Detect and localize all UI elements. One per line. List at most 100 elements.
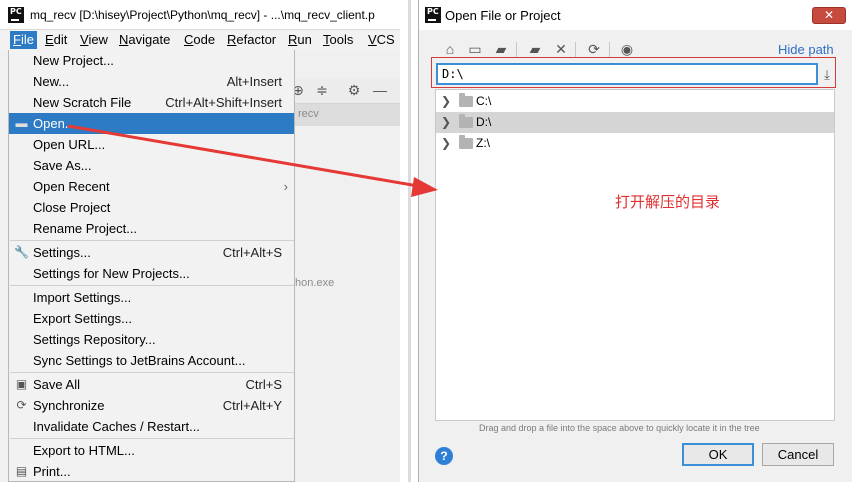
download-icon[interactable]: ⤓ xyxy=(820,67,834,83)
ide-window: PC mq_recv [D:\hisey\Project\Python\mq_r… xyxy=(0,0,400,482)
menu-item-new-scratch-file[interactable]: New Scratch File Ctrl+Alt+Shift+Insert xyxy=(9,92,294,113)
chevron-right-icon[interactable]: ❯ xyxy=(441,135,451,151)
menu-item-label: Export to HTML... xyxy=(33,443,135,458)
menu-item-label: Save All xyxy=(33,377,80,392)
annotation-text: 打开解压的目录 xyxy=(615,194,721,211)
tree-row-z-drive[interactable]: ❯ Z:\ xyxy=(436,133,834,154)
menu-item-open-recent[interactable]: Open Recent › xyxy=(9,176,294,197)
menu-separator xyxy=(10,372,294,373)
menu-item-shortcut: Ctrl+Alt+Shift+Insert xyxy=(165,95,282,110)
menu-item-synchronize[interactable]: ⟳ Synchronize Ctrl+Alt+Y xyxy=(9,395,294,416)
menu-view[interactable]: View xyxy=(77,31,111,49)
menu-item-shortcut: Ctrl+S xyxy=(245,377,282,392)
menu-item-label: Import Settings... xyxy=(33,290,132,305)
gear-icon[interactable]: ⚙ xyxy=(346,82,362,98)
toolbar-separator xyxy=(609,42,610,58)
window-divider xyxy=(408,0,411,482)
new-folder-icon[interactable]: ▰ xyxy=(526,40,544,58)
file-tree: ❯ C:\ ❯ D:\ ❯ Z:\ xyxy=(435,89,835,421)
menu-item-import-settings[interactable]: Import Settings... xyxy=(9,287,294,308)
menu-item-rename-project[interactable]: Rename Project... xyxy=(9,218,294,239)
menu-item-open[interactable]: ▬ Open... xyxy=(9,113,294,134)
menu-item-label: New Scratch File xyxy=(33,95,132,110)
menu-item-label: Close Project xyxy=(33,200,111,215)
menu-item-new[interactable]: New... Alt+Insert xyxy=(9,71,294,92)
menu-tools[interactable]: Tools xyxy=(320,31,356,49)
toolbar-separator xyxy=(516,42,517,58)
menu-refactor[interactable]: Refactor xyxy=(224,31,279,49)
collapse-icon[interactable]: ≑ xyxy=(314,82,330,98)
refresh-icon: ⟳ xyxy=(16,398,27,412)
tree-row-label: Z:\ xyxy=(476,136,490,150)
show-hidden-icon[interactable]: ◉ xyxy=(618,40,636,58)
menu-item-print[interactable]: ▤ Print... xyxy=(9,461,294,482)
menu-item-sync-settings[interactable]: Sync Settings to JetBrains Account... xyxy=(9,350,294,371)
toolbar-separator xyxy=(575,42,576,58)
tree-row-c-drive[interactable]: ❯ C:\ xyxy=(436,91,834,112)
ide-window-title: mq_recv [D:\hisey\Project\Python\mq_recv… xyxy=(30,8,375,22)
menu-code[interactable]: Code xyxy=(181,31,218,49)
refresh-icon[interactable]: ⟳ xyxy=(585,40,603,58)
menu-item-close-project[interactable]: Close Project xyxy=(9,197,294,218)
chevron-right-icon[interactable]: ❯ xyxy=(441,114,451,130)
folder-icon xyxy=(459,135,473,149)
menu-item-invalidate-caches[interactable]: Invalidate Caches / Restart... xyxy=(9,416,294,437)
menu-item-settings-new-projects[interactable]: Settings for New Projects... xyxy=(9,263,294,284)
file-menu-dropdown: New Project... New... Alt+Insert New Scr… xyxy=(8,50,295,482)
menu-vcs[interactable]: VCS xyxy=(365,31,398,49)
menu-item-label: Settings for New Projects... xyxy=(33,266,190,281)
path-input[interactable]: D:\ xyxy=(436,63,818,85)
home-icon[interactable]: ⌂ xyxy=(441,40,459,58)
menu-item-label: Settings Repository... xyxy=(33,332,156,347)
menu-item-shortcut: Alt+Insert xyxy=(226,74,282,89)
dialog-title: Open File or Project xyxy=(445,8,561,23)
delete-icon[interactable]: ✕ xyxy=(552,40,570,58)
minimize-icon[interactable]: — xyxy=(372,82,388,98)
chevron-right-icon[interactable]: ❯ xyxy=(441,93,451,109)
menu-item-export-settings[interactable]: Export Settings... xyxy=(9,308,294,329)
ok-button[interactable]: OK xyxy=(682,443,754,466)
menu-run[interactable]: Run xyxy=(285,31,315,49)
project-folder-icon[interactable]: ▰ xyxy=(492,40,510,58)
wrench-icon: 🔧 xyxy=(14,245,29,259)
folder-icon xyxy=(459,114,473,128)
menu-item-export-html[interactable]: Export to HTML... xyxy=(9,440,294,461)
menu-item-label: New... xyxy=(33,74,70,89)
menu-file[interactable]: File xyxy=(10,31,37,49)
help-button[interactable]: ? xyxy=(435,447,453,465)
menu-item-label: Settings... xyxy=(33,245,91,260)
menu-item-settings[interactable]: 🔧 Settings... Ctrl+Alt+S xyxy=(9,242,294,263)
menu-item-new-project[interactable]: New Project... xyxy=(9,50,294,71)
hide-path-link[interactable]: Hide path xyxy=(778,42,834,57)
tree-row-label: D:\ xyxy=(476,115,492,129)
cancel-button[interactable]: Cancel xyxy=(762,443,834,466)
menu-item-save-as[interactable]: Save As... xyxy=(9,155,294,176)
menu-item-shortcut: Ctrl+Alt+Y xyxy=(222,398,282,413)
folder-icon xyxy=(459,93,473,107)
menu-item-label: Print... xyxy=(33,464,71,479)
chevron-right-icon: › xyxy=(283,179,288,194)
menu-separator xyxy=(10,438,294,439)
interpreter-path-text: thon.exe xyxy=(292,277,335,289)
menu-item-open-url[interactable]: Open URL... xyxy=(9,134,294,155)
menu-item-label: Open URL... xyxy=(33,137,106,152)
menu-item-label: Open... xyxy=(33,116,76,131)
menu-item-label: Open Recent xyxy=(33,179,110,194)
menu-item-save-all[interactable]: ▣ Save All Ctrl+S xyxy=(9,374,294,395)
menu-navigate[interactable]: Navigate xyxy=(116,31,173,49)
menu-item-settings-repository[interactable]: Settings Repository... xyxy=(9,329,294,350)
tree-row-d-drive[interactable]: ❯ D:\ xyxy=(436,112,834,133)
desktop-icon[interactable]: ▭ xyxy=(466,40,484,58)
open-file-dialog: PC Open File or Project ✕ ⌂ ▭ ▰ ▰ ✕ ⟳ ◉ … xyxy=(418,0,852,482)
pycharm-logo-icon: PC xyxy=(425,7,441,23)
close-button[interactable]: ✕ xyxy=(812,7,846,24)
printer-icon: ▤ xyxy=(15,464,28,478)
menu-item-label: Rename Project... xyxy=(33,221,138,236)
menu-item-label: Invalidate Caches / Restart... xyxy=(33,419,200,434)
editor-tab-label[interactable]: recv xyxy=(298,108,319,120)
menu-separator xyxy=(10,240,294,241)
menu-item-label: Save As... xyxy=(33,158,92,173)
menu-item-label: Synchronize xyxy=(33,398,105,413)
menu-edit[interactable]: Edit xyxy=(42,31,70,49)
menu-item-label: Export Settings... xyxy=(33,311,132,326)
